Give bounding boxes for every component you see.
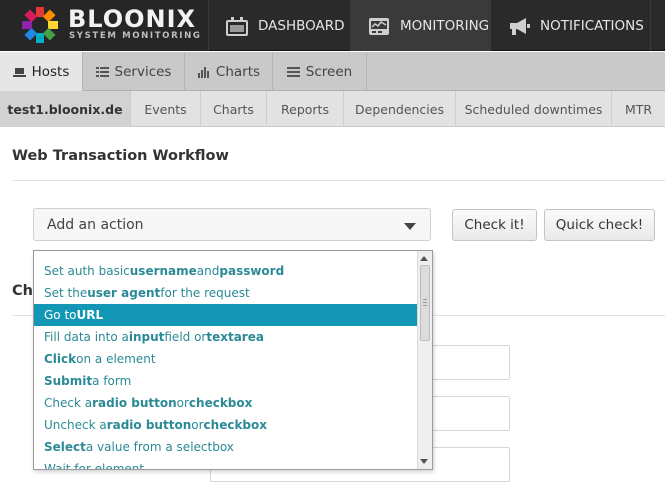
nav-dashboard[interactable]: DASHBOARD [208,0,350,51]
subtab-scheduled-downtimes[interactable]: Scheduled downtimes [456,91,612,127]
top-navigation-bar: BLOONIX SYSTEM MONITORING DASHBOARD MONI… [0,0,665,51]
subtab-events[interactable]: Events [131,91,201,127]
laptop-icon [12,67,26,77]
dropdown-option-text: password [219,264,285,278]
quick-check-button[interactable]: Quick check! [544,209,655,241]
dropdown-option-text: for the request [160,286,250,300]
add-action-select-value: Add an action [47,216,144,233]
dropdown-option[interactable]: Set auth basic username and password [34,260,417,282]
tab-services-label: Services [114,63,172,80]
add-action-select[interactable]: Add an action [33,208,431,241]
main-tabs: Hosts Services Charts Screen [0,52,665,91]
dropdown-option-text: or [176,396,189,410]
nav-overflow[interactable] [650,0,665,51]
dropdown-option-text: on a element [76,352,156,366]
tab-hosts-label: Hosts [31,63,70,80]
dropdown-option-text: URL [76,308,104,322]
dropdown-option-text: user agent [87,286,161,300]
tab-screen[interactable]: Screen [273,52,367,91]
page-title: Web Transaction Workflow [12,148,229,164]
scroll-up-icon[interactable] [420,256,428,261]
dropdown-option-text: Go to [44,308,77,322]
bloonix-logo[interactable]: BLOONIX SYSTEM MONITORING [0,0,208,51]
dropdown-option[interactable]: Check a radio button or checkbox [34,392,417,414]
dropdown-option-text: checkbox [188,396,253,410]
section-heading: Ch [12,283,33,299]
dropdown-option-text: Click [44,352,77,366]
dropdown-option-text: textarea [206,330,264,344]
bloonix-logo-icon [22,7,58,43]
list-icon [95,66,109,77]
dropdown-option-text: input [128,330,165,344]
divider [12,180,665,181]
dropdown-option[interactable]: Submit a form [34,370,417,392]
host-subtabs: test1.bloonix.de Events Charts Reports D… [0,91,665,127]
tab-charts-label: Charts [215,63,261,80]
dashboard-icon [226,16,248,36]
dropdown-option[interactable]: Go to URL [34,304,417,326]
megaphone-icon [510,17,530,35]
nav-dashboard-label: DASHBOARD [258,17,345,34]
monitoring-icon [369,17,389,35]
scroll-down-icon[interactable] [420,459,428,464]
dropdown-option[interactable]: Click on a element [34,348,417,370]
dropdown-option-text: or [191,418,204,432]
dropdown-option-text: a form [92,374,132,388]
dropdown-option-text: and [196,264,220,278]
dropdown-option-text: Fill data into a [44,330,129,344]
dropdown-option-text: username [129,264,197,278]
screen-list-icon [286,66,300,77]
subtab-host[interactable]: test1.bloonix.de [0,91,131,127]
tab-screen-label: Screen [305,63,353,80]
action-dropdown-list[interactable]: Set auth basic username and password Set … [33,250,433,470]
check-it-button[interactable]: Check it! [452,209,537,241]
nav-monitoring[interactable]: MONITORING [350,0,490,51]
dropdown-option-text: field or [164,330,207,344]
tab-services[interactable]: Services [83,52,185,91]
nav-monitoring-label: MONITORING [400,17,490,34]
subtab-dependencies[interactable]: Dependencies [344,91,456,127]
dropdown-option-text: Uncheck a [44,418,107,432]
tab-hosts[interactable]: Hosts [0,52,83,91]
dropdown-option-text: Submit [44,374,93,388]
dropdown-option[interactable]: Set the user agent for the request [34,282,417,304]
subtab-mtr[interactable]: MTR [612,91,665,127]
dropdown-option[interactable]: Uncheck a radio button or checkbox [34,414,417,436]
scroll-thumb[interactable] [420,265,430,341]
dropdown-option[interactable]: Fill data into a input field or textarea [34,326,417,348]
tab-charts[interactable]: Charts [185,52,273,91]
dropdown-option-text: Select [44,440,86,454]
dropdown-option-text: radio button [92,396,177,410]
nav-notifications-label: NOTIFICATIONS [540,17,644,34]
dropdown-option[interactable]: Wait for element [34,458,417,470]
subtab-reports[interactable]: Reports [267,91,344,127]
dropdown-option[interactable]: Select a value from a selectbox [34,436,417,458]
dropdown-option-text: Check a [44,396,93,410]
subtab-charts[interactable]: Charts [201,91,267,127]
dropdown-option-text: checkbox [203,418,267,432]
dropdown-option-text: a value from a selectbox [85,440,234,454]
bar-chart-icon [197,66,209,78]
brand-title: BLOONIX [68,5,197,33]
nav-notifications[interactable]: NOTIFICATIONS [490,0,650,51]
dropdown-option-text: Wait for element [44,462,145,470]
caret-down-icon [404,223,416,230]
dropdown-option-text: Set the [44,286,88,300]
dropdown-scrollbar[interactable] [417,251,432,469]
dropdown-option-text: radio button [106,418,192,432]
dropdown-option-text: Set auth basic [44,264,130,278]
brand-subtitle: SYSTEM MONITORING [69,31,202,41]
